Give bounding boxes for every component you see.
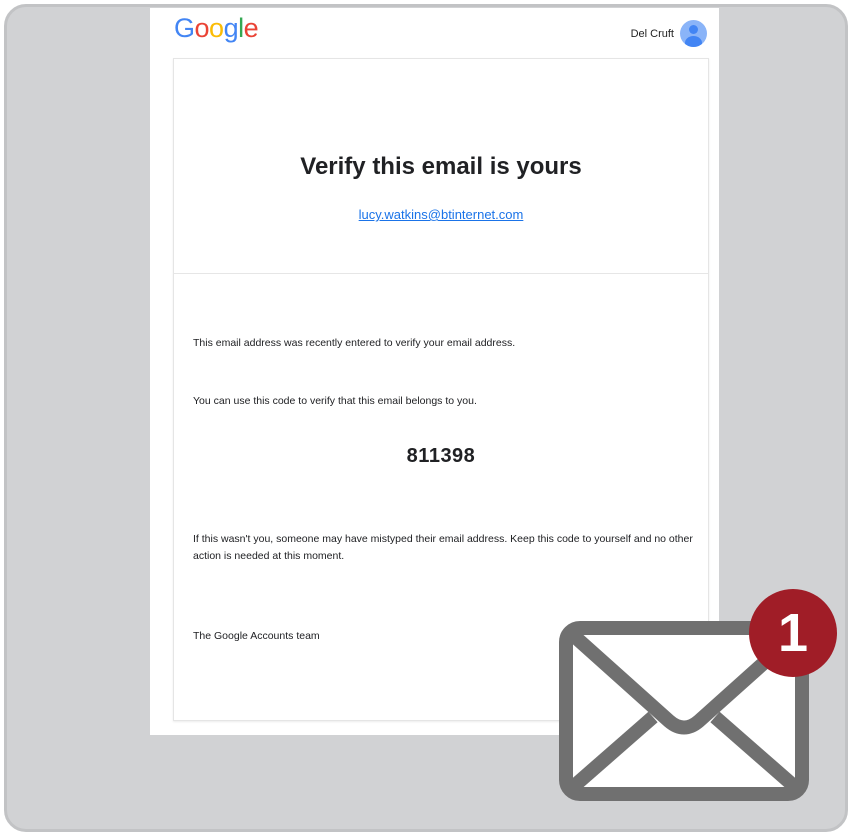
avatar-head — [689, 25, 698, 34]
email-card-header: Verify this email is yours lucy.watkins@… — [174, 59, 708, 274]
google-logo: Google — [174, 13, 259, 44]
email-paragraph: This email address was recently entered … — [193, 337, 516, 349]
email-paragraph: If this wasn't you, someone may have mis… — [193, 533, 693, 562]
notification-count: 1 — [777, 603, 809, 663]
person-avatar-icon[interactable] — [680, 20, 707, 47]
logo-letter: o — [209, 13, 224, 43]
email-paragraph: You can use this code to verify that thi… — [193, 395, 477, 407]
logo-letter: G — [174, 13, 195, 43]
verification-code: 811398 — [406, 445, 476, 467]
account-name: Del Cruft — [630, 27, 674, 40]
email-address-link[interactable]: lucy.watkins@btinternet.com — [174, 207, 708, 222]
notification-badge: 1 — [749, 589, 837, 677]
account-chip[interactable]: Del Cruft — [631, 20, 707, 47]
email-title: Verify this email is yours — [300, 153, 582, 180]
logo-letter: e — [243, 13, 259, 43]
logo-letter: o — [194, 13, 210, 43]
logo-letter: g — [223, 13, 239, 43]
avatar-body — [685, 36, 702, 47]
